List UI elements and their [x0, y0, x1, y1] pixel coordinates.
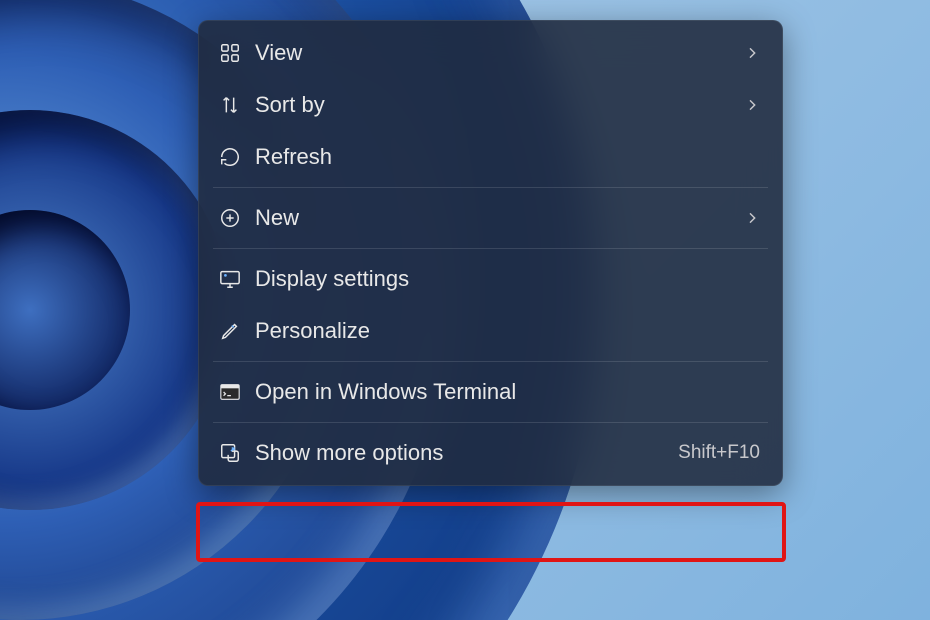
- menu-item-label: Display settings: [255, 266, 760, 292]
- chevron-right-icon: [744, 210, 760, 226]
- menu-separator: [213, 361, 768, 362]
- terminal-icon: [219, 381, 255, 403]
- menu-item-display-settings[interactable]: Display settings: [199, 253, 782, 305]
- menu-item-new[interactable]: New: [199, 192, 782, 244]
- menu-separator: [213, 248, 768, 249]
- menu-item-label: Refresh: [255, 144, 760, 170]
- chevron-right-icon: [744, 97, 760, 113]
- display-settings-icon: [219, 268, 255, 290]
- desktop-context-menu: View Sort by Refresh: [198, 20, 783, 486]
- menu-item-label: View: [255, 40, 744, 66]
- menu-item-open-terminal[interactable]: Open in Windows Terminal: [199, 366, 782, 418]
- menu-separator: [213, 422, 768, 423]
- menu-item-view[interactable]: View: [199, 27, 782, 79]
- refresh-icon: [219, 146, 255, 168]
- menu-item-personalize[interactable]: Personalize: [199, 305, 782, 357]
- menu-item-label: New: [255, 205, 744, 231]
- show-more-icon: [219, 442, 255, 464]
- menu-item-label: Show more options: [255, 440, 678, 466]
- menu-separator: [213, 187, 768, 188]
- menu-item-shortcut: Shift+F10: [678, 442, 760, 464]
- menu-item-label: Open in Windows Terminal: [255, 379, 760, 405]
- menu-item-sort-by[interactable]: Sort by: [199, 79, 782, 131]
- menu-item-label: Sort by: [255, 92, 744, 118]
- chevron-right-icon: [744, 45, 760, 61]
- new-icon: [219, 207, 255, 229]
- view-icon: [219, 42, 255, 64]
- menu-item-label: Personalize: [255, 318, 760, 344]
- sort-icon: [219, 94, 255, 116]
- personalize-icon: [219, 320, 255, 342]
- menu-item-refresh[interactable]: Refresh: [199, 131, 782, 183]
- menu-item-show-more-options[interactable]: Show more options Shift+F10: [199, 427, 782, 479]
